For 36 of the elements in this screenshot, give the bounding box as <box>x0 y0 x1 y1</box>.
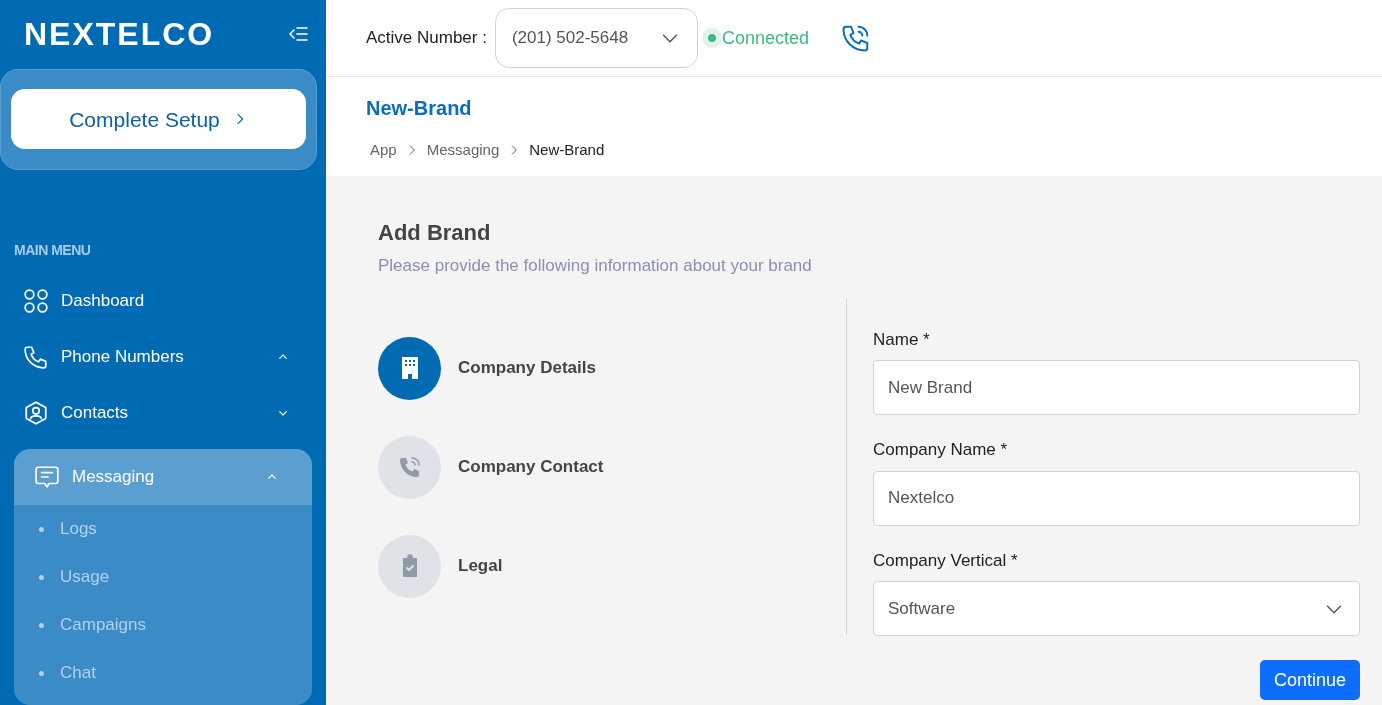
phone-icon <box>23 344 49 370</box>
menu-item[interactable]: Contacts <box>14 385 312 441</box>
form-title: Add Brand <box>378 219 492 247</box>
field-label: Company Name * <box>873 439 1009 461</box>
select-field[interactable]: Software <box>873 581 1360 636</box>
menu-item[interactable]: Phone Numbers <box>14 329 312 385</box>
page-title: New-Brand <box>366 96 473 121</box>
input-field[interactable]: Nextelco <box>873 470 1360 526</box>
phone-call-icon <box>841 23 871 53</box>
form-subtitle: Please provide the following information about your brand <box>378 255 813 277</box>
bullet-icon <box>39 670 44 676</box>
grid-icon <box>23 288 49 314</box>
phone-signal-icon <box>397 455 422 479</box>
field-label: Name * <box>873 328 931 351</box>
input-field[interactable]: New Brand <box>873 360 1360 415</box>
active-number-label: Active Number : <box>366 27 487 50</box>
status-text: Connected <box>721 26 809 50</box>
active-number-dropdown[interactable]: (201) 502-5648 <box>494 8 698 68</box>
step-item[interactable]: Company Details <box>378 336 846 400</box>
contact-icon <box>23 400 49 426</box>
message-icon <box>34 464 60 490</box>
step-item[interactable]: Company Contact <box>378 435 846 499</box>
bullet-icon <box>39 622 44 628</box>
field-label: Company Vertical * <box>873 549 1019 572</box>
bullet-icon <box>39 526 44 532</box>
continue-button[interactable]: Continue <box>1259 660 1360 700</box>
step-item[interactable]: Legal <box>378 534 846 598</box>
call-button[interactable] <box>841 23 871 53</box>
breadcrumb-item[interactable]: Messaging <box>426 139 500 162</box>
menu-item[interactable]: Dashboard <box>14 273 312 329</box>
section-heading: MAIN MENU <box>13 241 92 260</box>
complete-setup-button[interactable]: Complete Setup <box>11 89 306 150</box>
breadcrumb-item[interactable]: App <box>370 139 397 162</box>
breadcrumb-item: New-Brand <box>529 140 605 160</box>
bullet-icon <box>39 574 44 580</box>
brand-logo: NEXTELCO <box>24 15 215 55</box>
